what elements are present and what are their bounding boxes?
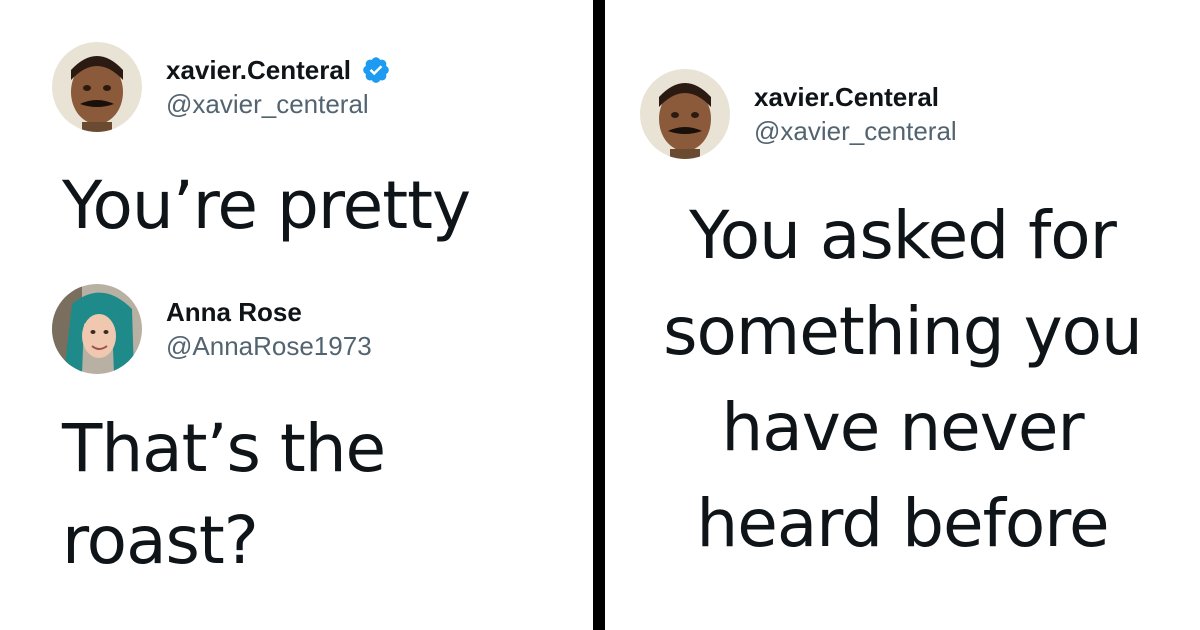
avatar-anna-image (52, 284, 142, 374)
tweet-text-line: something you (663, 293, 1143, 370)
tweet-header-anna: Anna Rose @AnnaRose1973 (52, 284, 372, 374)
name-row: xavier.Centeral (754, 80, 957, 114)
display-name[interactable]: Anna Rose (166, 295, 302, 329)
display-name[interactable]: xavier.Centeral (754, 80, 939, 114)
meme-canvas: xavier.Centeral @xavier_centeral You’re … (0, 0, 1200, 630)
avatar-xavier-image (52, 42, 142, 132)
tweet-text-3: You asked for something you have never h… (605, 188, 1200, 572)
avatar-xavier[interactable] (640, 69, 730, 159)
panel-divider (593, 0, 605, 630)
tweet-text-2: That’s the roast? (62, 403, 386, 587)
tweet-names: Anna Rose @AnnaRose1973 (166, 295, 372, 363)
avatar-xavier[interactable] (52, 42, 142, 132)
tweet-text-line: That’s the (62, 410, 386, 487)
tweet-names: xavier.Centeral @xavier_centeral (754, 80, 957, 148)
verified-badge-icon (361, 55, 391, 85)
handle[interactable]: @AnnaRose1973 (166, 329, 372, 363)
tweet-header-xavier-right: xavier.Centeral @xavier_centeral (640, 69, 957, 159)
tweet-text-line: You’re pretty (62, 167, 471, 244)
handle[interactable]: @xavier_centeral (166, 87, 391, 121)
name-row: Anna Rose (166, 295, 372, 329)
tweet-names: xavier.Centeral @xavier_centeral (166, 53, 391, 121)
name-row: xavier.Centeral (166, 53, 391, 87)
tweet-text-line: roast? (62, 502, 259, 579)
tweet-text-line: heard before (696, 485, 1109, 562)
tweet-header-xavier-left: xavier.Centeral @xavier_centeral (52, 42, 391, 132)
tweet-text-line: You asked for (689, 197, 1117, 274)
tweet-text-line: have never (721, 389, 1084, 466)
avatar-xavier-image (640, 69, 730, 159)
avatar-anna[interactable] (52, 284, 142, 374)
left-panel: xavier.Centeral @xavier_centeral You’re … (0, 0, 593, 630)
display-name[interactable]: xavier.Centeral (166, 53, 351, 87)
handle[interactable]: @xavier_centeral (754, 114, 957, 148)
tweet-text-1: You’re pretty (62, 160, 471, 252)
right-panel: xavier.Centeral @xavier_centeral You ask… (605, 0, 1200, 630)
